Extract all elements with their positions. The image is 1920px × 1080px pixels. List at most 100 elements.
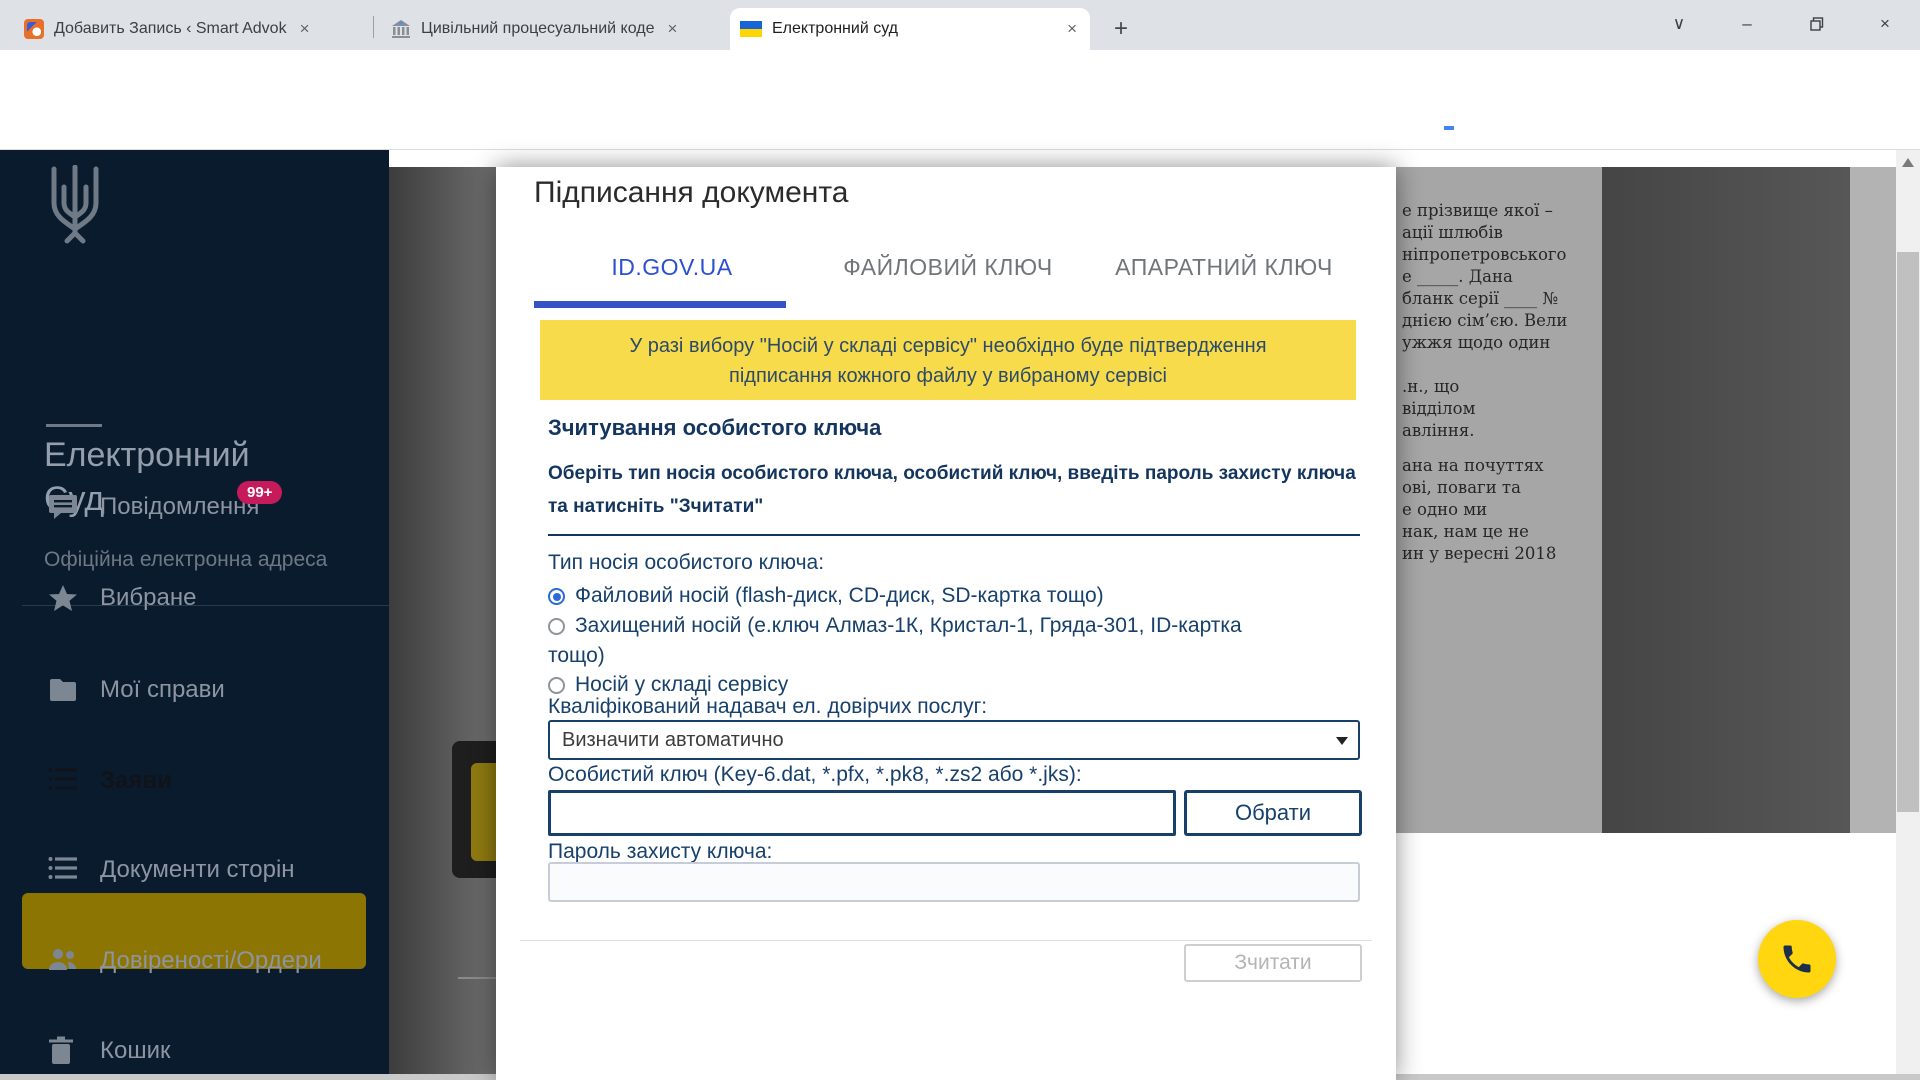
document-preview-line: е одно ми [1402,500,1487,519]
document-preview-line: ації шлюбів [1402,223,1503,242]
read-key-button-disabled[interactable]: Зчитати [1184,944,1362,982]
tab-id-gov-ua[interactable]: ID.GOV.UA [534,247,810,287]
sidebar-item-claims[interactable]: Заяви [0,743,389,819]
unread-count-badge: 99+ [237,481,282,504]
ukraine-flag-favicon [740,21,762,37]
tab-title: Добавить Запись ‹ Smart Advok [54,20,287,38]
footer-divider [520,940,1372,941]
tab-file-key[interactable]: ФАЙЛОВИЙ КЛЮЧ [810,247,1086,287]
document-preview-line: ніпропетровського [1402,245,1567,264]
section-title: Зчитування особистого ключа [548,415,881,441]
document-preview-line: нак, нам це не [1402,522,1529,541]
active-tab-underline [534,301,786,308]
radio-label: Носій у складі сервісу [575,673,788,696]
window-menu-chevron-icon[interactable]: ∨ [1656,4,1702,44]
bookmarks-bar: j Судова справа: чи... Gmail [0,105,1920,150]
tab-separator [373,16,374,38]
browser-tab-electronic-court-active[interactable]: Електронний суд × [730,8,1090,50]
radio-unselected-icon[interactable] [548,677,565,694]
sign-document-modal: Підписання документа ID.GOV.UA ФАЙЛОВИЙ … [496,167,1396,1080]
sidebar-item-label: Заяви [100,767,172,795]
document-preview-line: е прізвище якої – [1402,201,1553,220]
sidebar-item-label: Мої справи [100,676,225,704]
sidebar-item-party-documents[interactable]: Документи сторін [0,832,389,908]
government-building-favicon [391,19,411,39]
window-close-button[interactable]: × [1862,4,1908,44]
dimmed-divider [458,977,496,979]
sidebar-item-favorites[interactable]: Вибране [0,560,389,636]
radio-label: Захищений носій (е.ключ Алмаз-1К, Криста… [548,614,1242,667]
document-preview-line: ана на почуттях [1402,456,1544,475]
sidebar-item-my-cases[interactable]: Мої справи [0,652,389,728]
tab-hardware-key[interactable]: АПАРАТНИЙ КЛЮЧ [1086,247,1362,287]
select-chevron-down-icon [1336,737,1348,745]
tab-close-icon[interactable]: × [665,19,681,39]
document-preview-line: ові, поваги та [1402,478,1521,497]
list-icon [48,855,78,885]
scrollbar-thumb[interactable] [1897,252,1919,812]
dimmed-page-left [389,167,496,1080]
window-minimize-button[interactable]: – [1724,4,1770,44]
document-preview-line: бланк серії ____ № [1402,289,1558,308]
document-preview-line: ин у вересні 2018 [1402,544,1556,563]
section-divider [548,534,1360,536]
scrollbar-up-arrow-icon[interactable] [1902,158,1914,167]
dimmed-page-right [1602,167,1850,833]
document-preview-line: днією сім’єю. Вели [1402,311,1567,330]
dimmed-yellow-button [471,763,496,861]
sidebar: Електронний Суд Офіційна електронна адре… [0,150,389,1080]
browser-toolbar: ← → cabinet.court.gov.ua/claims/efdd2ff3… [0,50,1920,105]
smart-advokat-favicon [24,19,44,39]
sidebar-item-trash[interactable]: Кошик [0,1013,389,1080]
document-preview-line: е _____. Дана [1402,267,1513,286]
browser-tab-smart-advokat[interactable]: Добавить Запись ‹ Smart Advok × [14,8,372,50]
tab-title: Електронний суд [772,20,898,38]
password-label: Пароль захисту ключа: [548,840,772,864]
document-preview-line: авління. [1402,421,1475,440]
logo-divider [46,424,102,427]
window-restore-button[interactable] [1794,4,1840,44]
radio-unselected-icon[interactable] [548,618,565,635]
sidebar-item-messages[interactable]: Повідомлення 99+ [0,469,389,545]
instructions-text: Оберіть тип носія особистого ключа, особ… [548,457,1360,523]
radio-protected-media[interactable]: Захищений носій (е.ключ Алмаз-1К, Криста… [548,611,1248,671]
folder-icon [48,675,78,705]
phone-icon [1779,941,1815,977]
modal-title: Підписання документа [534,176,848,210]
radio-file-media[interactable]: Файловий носій (flash-диск, CD-диск, SD-… [548,581,1248,611]
browser-tab-civil-code[interactable]: Цивільний процесуальний коде × [381,8,727,50]
provider-select[interactable]: Визначити автоматично [548,720,1360,760]
sidebar-item-powers-of-attorney[interactable]: Довіреності/Ордери [0,923,389,999]
tab-title: Цивільний процесуальний коде [421,20,655,38]
screen: Добавить Запись ‹ Smart Advok × Цивільни… [0,0,1920,1080]
trash-icon [48,1036,78,1066]
choose-file-button[interactable]: Обрати [1184,790,1362,836]
tab-strip: Добавить Запись ‹ Smart Advok × Цивільни… [0,0,1920,50]
sidebar-item-label: Документи сторін [100,856,295,884]
radio-label: Файловий носій (flash-диск, CD-диск, SD-… [575,584,1104,607]
call-fab-button[interactable] [1758,920,1836,998]
document-preview-line: .н., що [1402,377,1459,396]
sidebar-item-label: Повідомлення [100,493,259,521]
trident-logo-icon [46,165,104,247]
star-icon [48,583,78,613]
media-type-label: Тип носія особистого ключа: [548,551,824,575]
radio-selected-icon[interactable] [548,588,565,605]
sidebar-item-label: Вибране [100,584,196,612]
sidebar-item-label: Довіреності/Ордери [100,947,322,975]
tab-close-icon[interactable]: × [297,19,313,39]
document-preview-line: відділом [1402,399,1475,418]
dimmed-page-margin [1850,167,1896,833]
people-icon [48,946,78,976]
new-tab-button[interactable]: + [1106,14,1136,44]
tab-close-icon[interactable]: × [1064,19,1080,39]
password-input[interactable] [548,862,1360,902]
sidebar-item-label: Кошик [100,1037,171,1065]
notice-banner: У разі вибору "Носій у складі сервісу" н… [540,320,1356,400]
provider-label: Кваліфікований надавач ел. довірчих посл… [548,695,987,719]
document-preview-line: ужжя щодо один [1402,333,1550,352]
provider-selected-value: Визначити автоматично [562,729,784,752]
list-icon [48,766,78,796]
personal-key-label: Особистий ключ (Key-6.dat, *.pfx, *.pk8,… [548,763,1082,787]
personal-key-input[interactable] [548,790,1176,836]
